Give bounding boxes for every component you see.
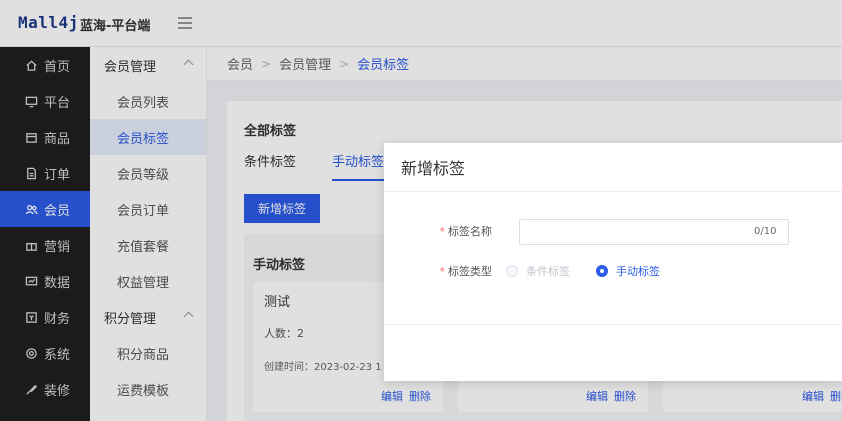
radio-dot <box>596 265 608 277</box>
dialog-footer <box>384 324 842 325</box>
tag-name-input[interactable] <box>519 219 789 245</box>
required-mark: * <box>439 265 446 278</box>
add-tag-dialog: 新增标签 * 标签名称 0/10 * 标签类型 条件标签 手动标签 <box>384 143 842 381</box>
tag-name-label: * 标签名称 <box>439 225 493 238</box>
tag-type-label: * 标签类型 <box>439 265 493 278</box>
dialog-title: 新增标签 <box>384 143 842 192</box>
form-row-tag-type: * 标签类型 条件标签 手动标签 <box>384 263 686 279</box>
form-row-tag-name: * 标签名称 <box>384 223 506 239</box>
radio-manual-tag[interactable]: 手动标签 <box>596 263 660 279</box>
required-mark: * <box>439 225 446 238</box>
radio-condition-tag: 条件标签 <box>506 263 570 279</box>
tag-name-char-count: 0/10 <box>754 226 777 237</box>
radio-dot <box>506 265 518 277</box>
